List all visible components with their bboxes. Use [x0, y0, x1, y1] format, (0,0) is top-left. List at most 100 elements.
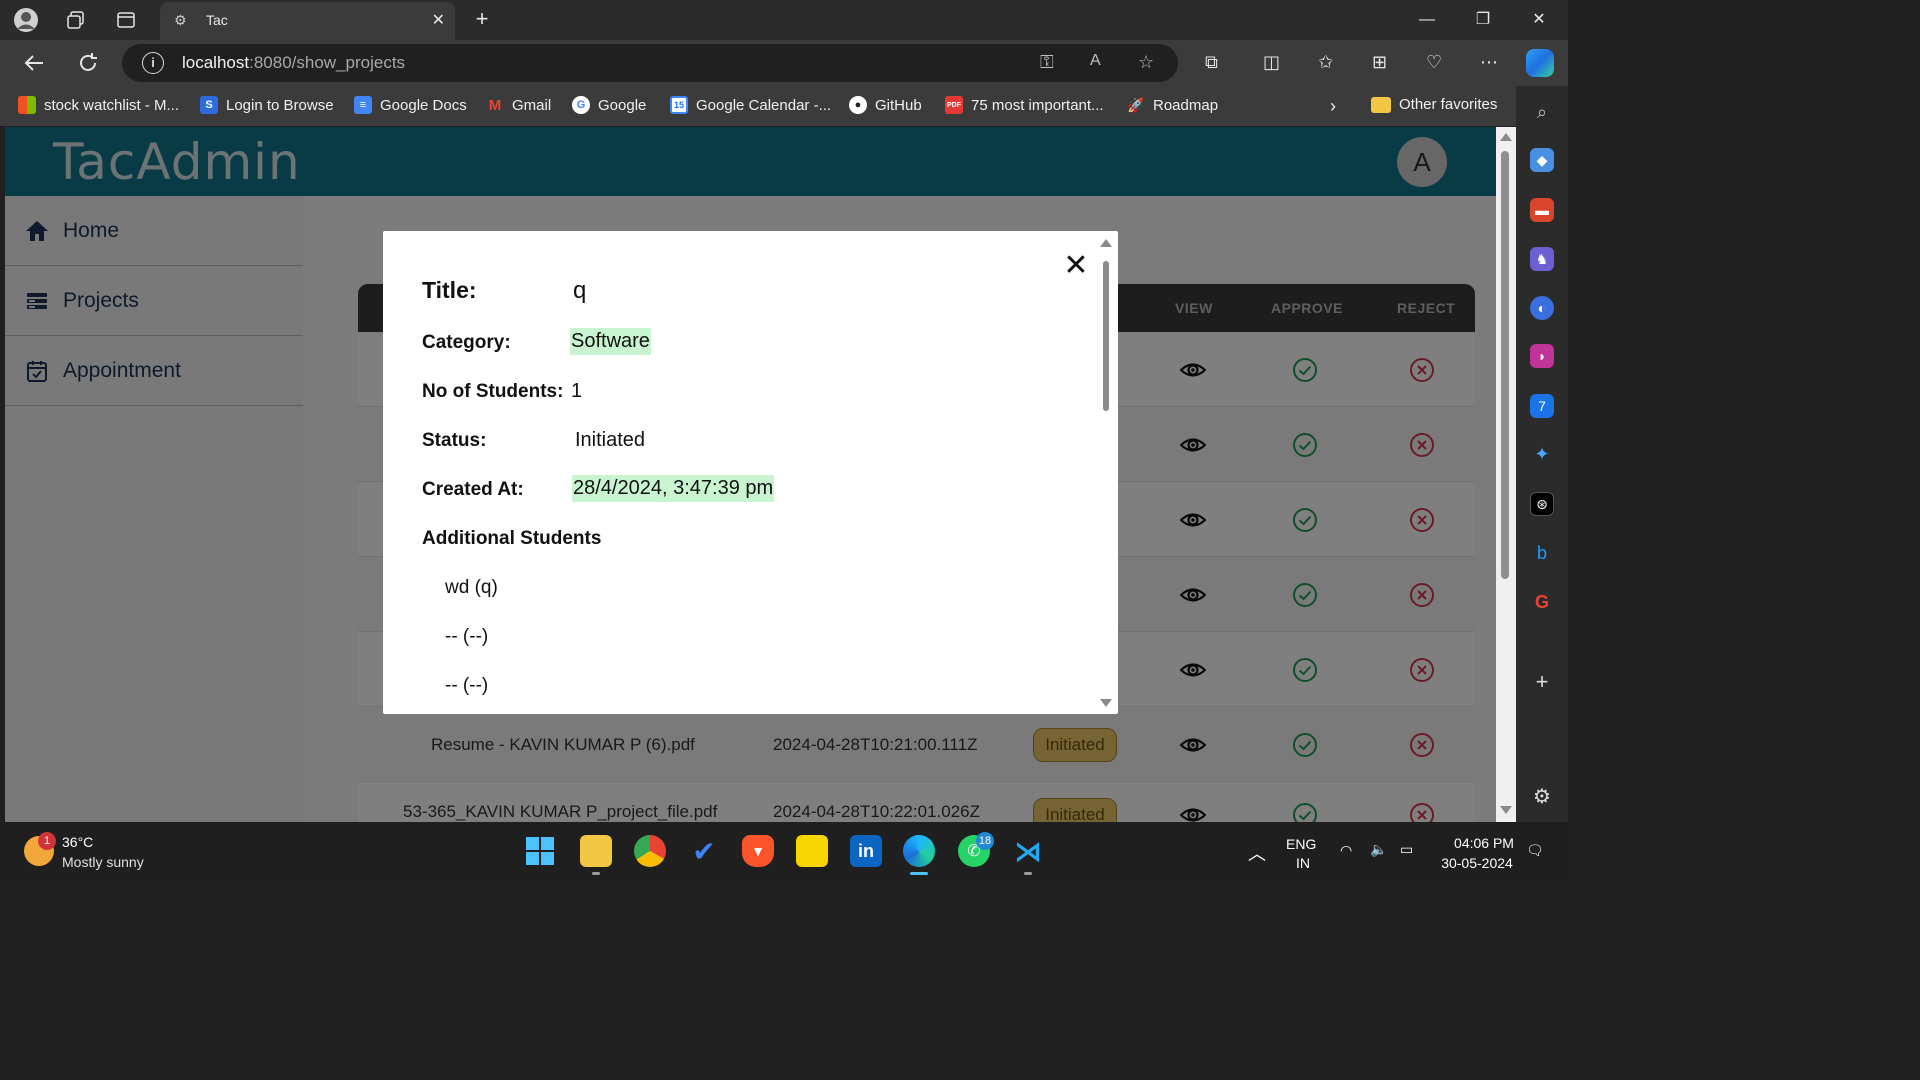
- collections-icon[interactable]: ⊞: [1372, 52, 1387, 73]
- tab-favicon-icon: ⚙: [174, 12, 187, 28]
- refresh-button[interactable]: [73, 48, 103, 78]
- edge-icon[interactable]: [903, 835, 935, 867]
- browser-essentials-icon[interactable]: ♡: [1426, 52, 1442, 73]
- file-explorer-icon[interactable]: [580, 835, 612, 867]
- wifi-icon[interactable]: ◠: [1340, 842, 1352, 859]
- back-button[interactable]: [19, 48, 49, 78]
- copilot-icon[interactable]: [1526, 49, 1554, 77]
- sidebar-search-icon[interactable]: ⌕: [1530, 100, 1554, 124]
- bookmark-google-calendar[interactable]: 15 Google Calendar -...: [670, 96, 831, 114]
- students-row: No of Students:: [422, 381, 563, 403]
- scrollbar-thumb[interactable]: [1501, 151, 1509, 579]
- vscode-icon[interactable]: ⋊: [1012, 835, 1044, 867]
- running-indicator: [1024, 872, 1032, 875]
- weather-temp[interactable]: 36°C: [62, 834, 93, 850]
- gmail-icon: M: [488, 96, 502, 114]
- status-row: Status:: [422, 430, 486, 452]
- bookmark-login-to-browse[interactable]: S Login to Browse: [200, 96, 334, 114]
- address-bar[interactable]: i localhost:8080/show_projects ⚿ A ☆: [122, 44, 1178, 82]
- close-window-button[interactable]: ✕: [1519, 6, 1559, 34]
- sidebar-google-icon[interactable]: G: [1530, 590, 1554, 614]
- more-menu-icon[interactable]: ⋯: [1480, 52, 1498, 73]
- sidebar-calendar-icon[interactable]: 7: [1530, 394, 1554, 418]
- github-icon: ●: [849, 96, 867, 114]
- close-icon[interactable]: ✕: [1063, 251, 1089, 281]
- bookmark-gmail[interactable]: M Gmail: [486, 96, 551, 114]
- title-row: Title:: [422, 277, 477, 304]
- rocket-icon: 🚀: [1127, 96, 1145, 113]
- docs-icon: ≡: [354, 96, 372, 114]
- pdf-icon: PDF: [945, 96, 963, 114]
- microsoft-icon: [18, 96, 36, 114]
- sidebar-bing-icon[interactable]: b: [1530, 541, 1554, 565]
- weather-description[interactable]: Mostly sunny: [62, 854, 144, 870]
- todo-check-icon[interactable]: ✔: [688, 835, 720, 867]
- notifications-icon[interactable]: 🗨: [1526, 842, 1544, 859]
- scrollbar-thumb[interactable]: [1103, 261, 1109, 411]
- tab-close-icon[interactable]: ✕: [432, 10, 445, 30]
- sticky-notes-icon[interactable]: [796, 835, 828, 867]
- bookmark-75-most-important[interactable]: PDF 75 most important...: [945, 96, 1104, 114]
- bookmark-google-docs[interactable]: ≡ Google Docs: [354, 96, 467, 114]
- scroll-down-arrow-icon[interactable]: [1100, 699, 1112, 707]
- modal-scrollbar[interactable]: [1099, 237, 1113, 709]
- favorites-icon[interactable]: ✩: [1318, 52, 1333, 73]
- bookmark-github[interactable]: ● GitHub: [849, 96, 922, 114]
- language-top[interactable]: ENG: [1286, 836, 1316, 852]
- scroll-up-arrow-icon[interactable]: [1100, 239, 1112, 247]
- password-key-icon[interactable]: ⚿: [1040, 52, 1054, 73]
- title-value: q: [573, 277, 587, 304]
- active-indicator: [910, 872, 928, 875]
- students-label: No of Students:: [422, 381, 564, 402]
- bookmark-stock-watchlist[interactable]: stock watchlist - M...: [18, 96, 179, 114]
- sidebar-add-icon[interactable]: +: [1530, 669, 1554, 694]
- sidebar-games-icon[interactable]: ♞: [1530, 247, 1554, 271]
- created-row: Created At:: [422, 479, 524, 501]
- tab-actions-icon[interactable]: [112, 6, 140, 34]
- chrome-icon[interactable]: [634, 835, 666, 867]
- language-bottom[interactable]: IN: [1296, 855, 1310, 871]
- bookmarks-overflow-chevron-icon[interactable]: ›: [1330, 96, 1336, 117]
- battery-icon[interactable]: ▭: [1400, 841, 1413, 858]
- bookmark-google[interactable]: G Google: [572, 96, 646, 114]
- created-value: 28/4/2024, 3:47:39 pm: [572, 475, 775, 502]
- weather-badge: 1: [38, 832, 56, 850]
- scroll-up-arrow-icon[interactable]: [1500, 133, 1512, 141]
- students-value: 1: [571, 380, 583, 402]
- clock-time[interactable]: 04:06 PM: [1452, 835, 1516, 851]
- sidebar-m365-icon[interactable]: ◐: [1530, 296, 1554, 320]
- linkedin-icon[interactable]: in: [850, 835, 882, 867]
- sidebar-settings-icon[interactable]: ⚙: [1530, 784, 1554, 808]
- site-info-icon[interactable]: i: [142, 52, 164, 74]
- url-text: localhost:8080/show_projects: [182, 53, 406, 72]
- sidebar-chatgpt-icon[interactable]: ⊛: [1530, 492, 1554, 516]
- status-value: Initiated: [575, 429, 646, 451]
- category-value: Software: [570, 328, 651, 355]
- minimize-button[interactable]: —: [1407, 6, 1447, 34]
- scroll-down-arrow-icon[interactable]: [1500, 806, 1512, 814]
- start-windows-icon[interactable]: [524, 835, 556, 867]
- sidebar-designer-icon[interactable]: ◗: [1530, 344, 1554, 368]
- volume-icon[interactable]: 🔈: [1370, 841, 1387, 858]
- bookmarks-bar: stock watchlist - M... S Login to Browse…: [0, 86, 1520, 126]
- tray-chevron-up-icon[interactable]: ︿: [1248, 840, 1266, 866]
- active-tab[interactable]: ⚙ Tac ✕: [160, 2, 455, 40]
- split-screen-icon[interactable]: ◫: [1263, 52, 1280, 73]
- extensions-icon[interactable]: ⧉: [1205, 52, 1218, 73]
- restore-button[interactable]: ❐: [1463, 6, 1503, 34]
- profile-icon[interactable]: [12, 6, 40, 34]
- workspaces-icon[interactable]: [62, 6, 90, 34]
- sidebar-tools-icon[interactable]: ▬: [1530, 198, 1554, 222]
- read-aloud-icon[interactable]: A: [1090, 52, 1101, 70]
- additional-student-item: -- (--): [445, 626, 489, 647]
- bookmark-roadmap[interactable]: 🚀 Roadmap: [1127, 96, 1218, 114]
- sidebar-gemini-icon[interactable]: ✦: [1530, 442, 1554, 466]
- brave-icon[interactable]: ▼: [742, 835, 774, 867]
- new-tab-button[interactable]: +: [468, 6, 496, 32]
- page-scrollbar[interactable]: [1496, 127, 1516, 822]
- sidebar-shopping-icon[interactable]: ◆: [1530, 148, 1554, 172]
- bookmark-other-favorites[interactable]: Other favorites: [1371, 96, 1497, 113]
- favorite-star-icon[interactable]: ☆: [1138, 52, 1154, 73]
- folder-icon: [1371, 96, 1391, 113]
- clock-date[interactable]: 30-05-2024: [1438, 855, 1516, 871]
